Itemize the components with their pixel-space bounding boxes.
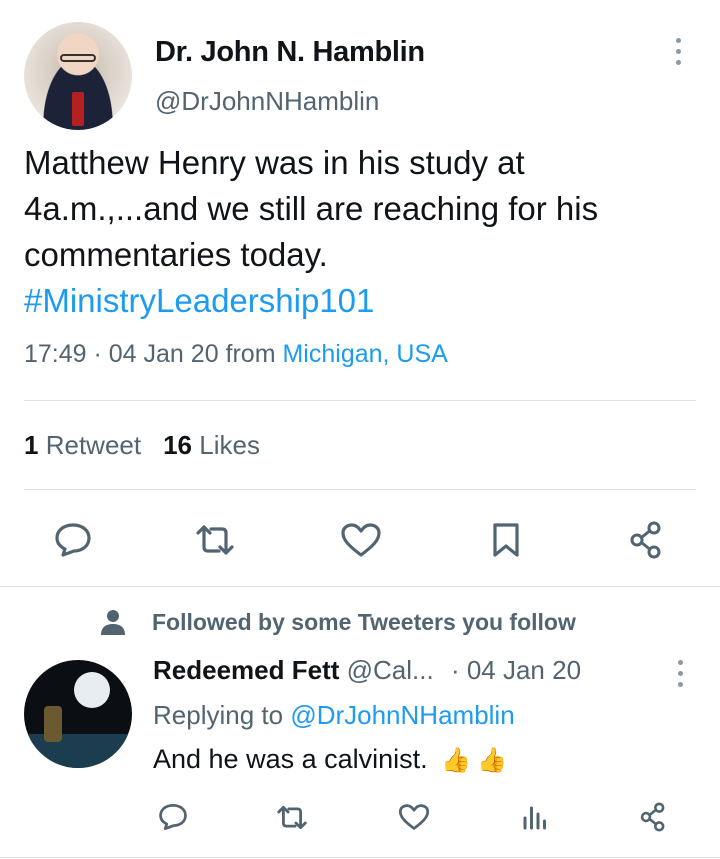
tweet-meta: 17:49 · 04 Jan 20 from Michigan, USA [24,340,448,369]
tweet-text-line: commentaries today. [24,236,328,273]
tweet-text: Matthew Henry was in his study at 4a.m.,… [24,140,704,324]
reply-date[interactable]: · 04 Jan 20 [451,655,581,685]
replying-prefix: Replying to [153,700,291,730]
author-avatar[interactable] [24,22,132,130]
replying-to: Replying to @DrJohnNHamblin [153,700,515,731]
reply-author-name[interactable]: Redeemed Fett [153,655,339,685]
like-count[interactable]: 16 [163,430,192,460]
reply-author-handle[interactable]: @Cal... [347,655,434,685]
share-icon[interactable] [626,520,666,560]
tweet-location[interactable]: Michigan, USA [282,340,447,368]
reply-reply-icon[interactable] [156,800,190,834]
reply-text: And he was a calvinist. 👍 👍 [153,744,507,775]
tweet-time: 17:49 · 04 Jan 20 from [24,340,283,368]
replying-to-handle[interactable]: @DrJohnNHamblin [290,700,514,730]
tweet-text-line: Matthew Henry was in his study at [24,144,525,181]
thumbs-up-emoji: 👍 [477,747,507,774]
reply-more-options-icon[interactable] [672,660,688,690]
more-options-icon[interactable] [668,38,688,70]
views-icon[interactable] [518,800,552,834]
like-label[interactable]: Likes [199,430,260,460]
avatar-detail [74,672,110,708]
retweet-count[interactable]: 1 [24,430,38,460]
hashtag-link[interactable]: #MinistryLeadership101 [24,278,704,324]
author-name[interactable]: Dr. John N. Hamblin [155,36,425,69]
avatar-detail [60,54,96,62]
thumbs-up-emoji: 👍 [441,747,472,774]
reply-icon[interactable] [50,520,96,560]
like-icon[interactable] [338,520,384,560]
tweet-stats: 1 Retweet 16 Likes [24,430,260,461]
person-icon [101,610,125,635]
divider [24,400,696,401]
avatar-detail [44,706,62,742]
divider [24,489,696,490]
section-divider [0,857,720,858]
section-divider [0,586,720,587]
reply-avatar[interactable] [24,660,132,768]
avatar-detail [24,734,132,768]
author-handle[interactable]: @DrJohnNHamblin [155,86,379,117]
social-context-text: Followed by some Tweeters you follow [152,608,576,635]
retweet-label[interactable]: Retweet [46,430,141,460]
tweet-text-line: 4a.m.,...and we still are reaching for h… [24,190,599,227]
reply-text-body: And he was a calvinist. [153,744,428,774]
bookmark-icon[interactable] [486,520,526,560]
reply-like-icon[interactable] [396,800,432,834]
avatar-detail [72,92,84,126]
reply-retweet-icon[interactable] [272,800,312,834]
reply-header: Redeemed Fett @Cal... · 04 Jan 20 [153,655,581,686]
reply-share-icon[interactable] [636,800,670,834]
social-context: Followed by some Tweeters you follow [100,606,576,638]
retweet-icon[interactable] [190,520,240,560]
